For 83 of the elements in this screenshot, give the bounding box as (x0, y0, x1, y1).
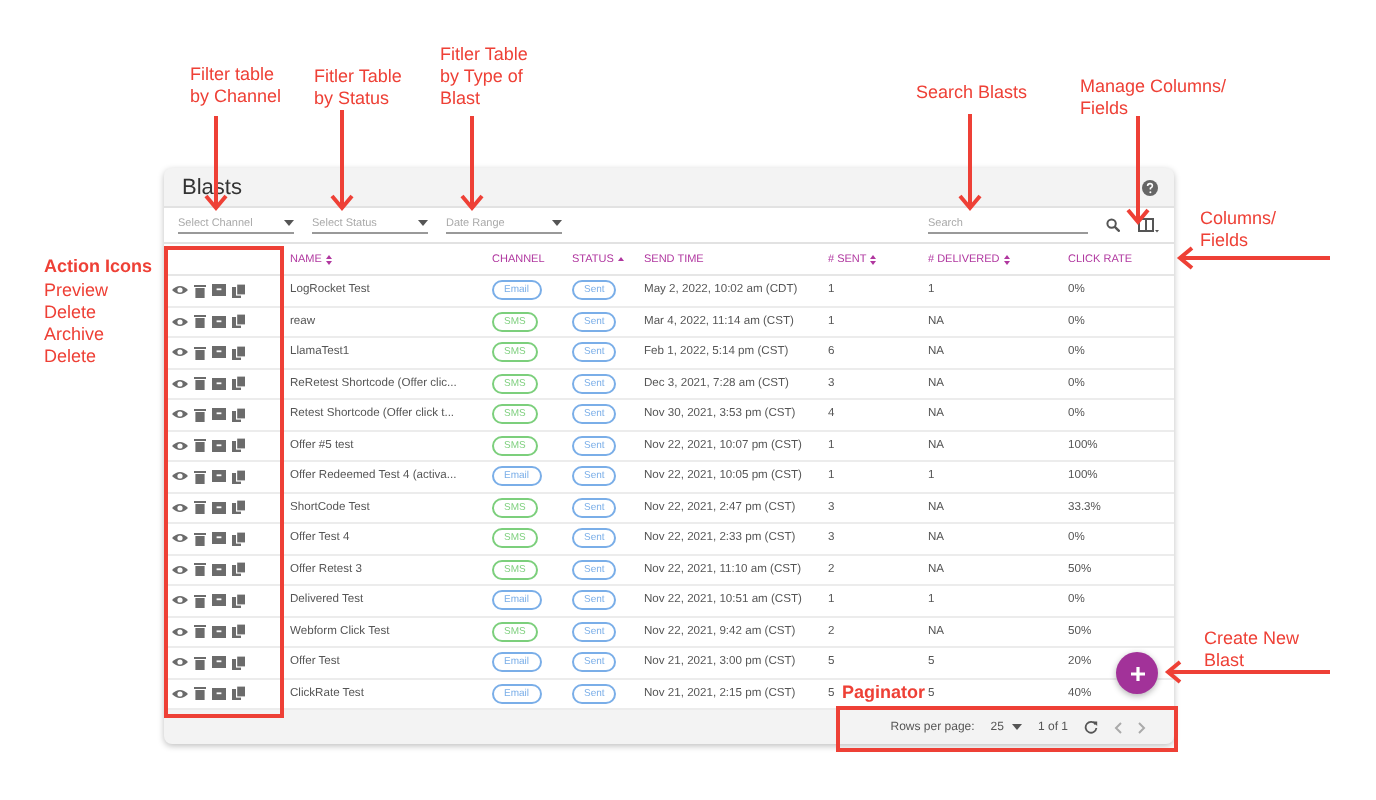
eye-icon[interactable] (172, 687, 188, 700)
arrow (958, 114, 982, 212)
trash-icon[interactable] (194, 283, 206, 298)
caret-icon (1011, 724, 1022, 730)
trash-icon[interactable] (194, 314, 206, 329)
eye-icon[interactable] (172, 501, 188, 514)
copy-icon[interactable] (232, 469, 246, 484)
trash-icon[interactable] (194, 469, 206, 484)
archive-icon[interactable] (212, 346, 226, 359)
eye-icon[interactable] (172, 470, 188, 483)
trash-icon[interactable] (194, 438, 206, 453)
copy-icon[interactable] (232, 283, 246, 298)
search-icon[interactable] (1106, 218, 1120, 232)
trash-icon[interactable] (194, 345, 206, 360)
sort-icon[interactable] (325, 253, 332, 265)
eye-icon[interactable] (172, 656, 188, 669)
caret-icon (418, 220, 428, 226)
archive-icon[interactable] (212, 315, 226, 328)
archive-icon[interactable] (212, 625, 226, 638)
copy-icon[interactable] (232, 593, 246, 608)
archive-icon[interactable] (212, 563, 226, 576)
annotation-text: Fitler Table by Type of Blast (440, 44, 528, 110)
refresh-icon[interactable] (1084, 720, 1098, 734)
copy-icon[interactable] (232, 345, 246, 360)
copy-icon[interactable] (232, 686, 246, 701)
eye-icon[interactable] (172, 377, 188, 390)
copy-icon[interactable] (232, 655, 246, 670)
archive-icon[interactable] (212, 408, 226, 421)
copy-icon[interactable] (232, 438, 246, 453)
eye-icon[interactable] (172, 625, 188, 638)
eye-icon[interactable] (172, 315, 188, 328)
annotation-text: Filter table by Channel (190, 64, 282, 108)
eye-icon[interactable] (172, 594, 188, 607)
eye-icon[interactable] (172, 563, 188, 576)
caret-icon (552, 220, 562, 226)
trash-icon[interactable] (194, 593, 206, 608)
annotation-text: Columns/ Fields (1200, 208, 1277, 252)
sort-up-icon[interactable] (617, 256, 624, 262)
archive-icon[interactable] (212, 501, 226, 514)
trash-icon[interactable] (194, 376, 206, 391)
trash-icon[interactable] (194, 407, 206, 422)
copy-icon[interactable] (232, 407, 246, 422)
columns-icon[interactable] (1138, 217, 1160, 233)
annotation-text: Search Blasts (916, 82, 1028, 104)
eye-icon[interactable] (172, 439, 188, 452)
copy-icon[interactable] (232, 500, 246, 515)
caret-icon (284, 220, 294, 226)
copy-icon[interactable] (232, 314, 246, 329)
annotation-text: Fitler Table by Status (314, 66, 402, 110)
eye-icon[interactable] (172, 408, 188, 421)
arrow (460, 116, 484, 212)
copy-icon[interactable] (232, 624, 246, 639)
copy-icon[interactable] (232, 562, 246, 577)
archive-icon[interactable] (212, 470, 226, 483)
eye-icon[interactable] (172, 346, 188, 359)
plus-icon (1129, 665, 1145, 681)
archive-icon[interactable] (212, 532, 226, 545)
archive-icon[interactable] (212, 594, 226, 607)
annotation-text: Create New Blast (1204, 628, 1300, 672)
annotation-text: Paginator (842, 682, 926, 704)
sort-icon[interactable] (1003, 253, 1010, 265)
trash-icon[interactable] (194, 562, 206, 577)
trash-icon[interactable] (194, 655, 206, 670)
copy-icon[interactable] (232, 531, 246, 546)
archive-icon[interactable] (212, 656, 226, 669)
eye-icon[interactable] (172, 284, 188, 297)
annotation-text: Preview Delete Archive Delete (44, 280, 109, 368)
trash-icon[interactable] (194, 500, 206, 515)
help-icon[interactable] (1142, 179, 1158, 195)
sort-icon[interactable] (870, 253, 877, 265)
arrow (1126, 116, 1150, 226)
archive-icon[interactable] (212, 284, 226, 297)
trash-icon[interactable] (194, 531, 206, 546)
eye-icon[interactable] (172, 532, 188, 545)
trash-icon[interactable] (194, 686, 206, 701)
archive-icon[interactable] (212, 377, 226, 390)
copy-icon[interactable] (232, 376, 246, 391)
annotation-text: Action Icons (44, 256, 153, 278)
arrow (330, 110, 354, 212)
annotation-text: Manage Columns/ Fields (1080, 76, 1227, 120)
trash-icon[interactable] (194, 624, 206, 639)
archive-icon[interactable] (212, 687, 226, 700)
archive-icon[interactable] (212, 439, 226, 452)
